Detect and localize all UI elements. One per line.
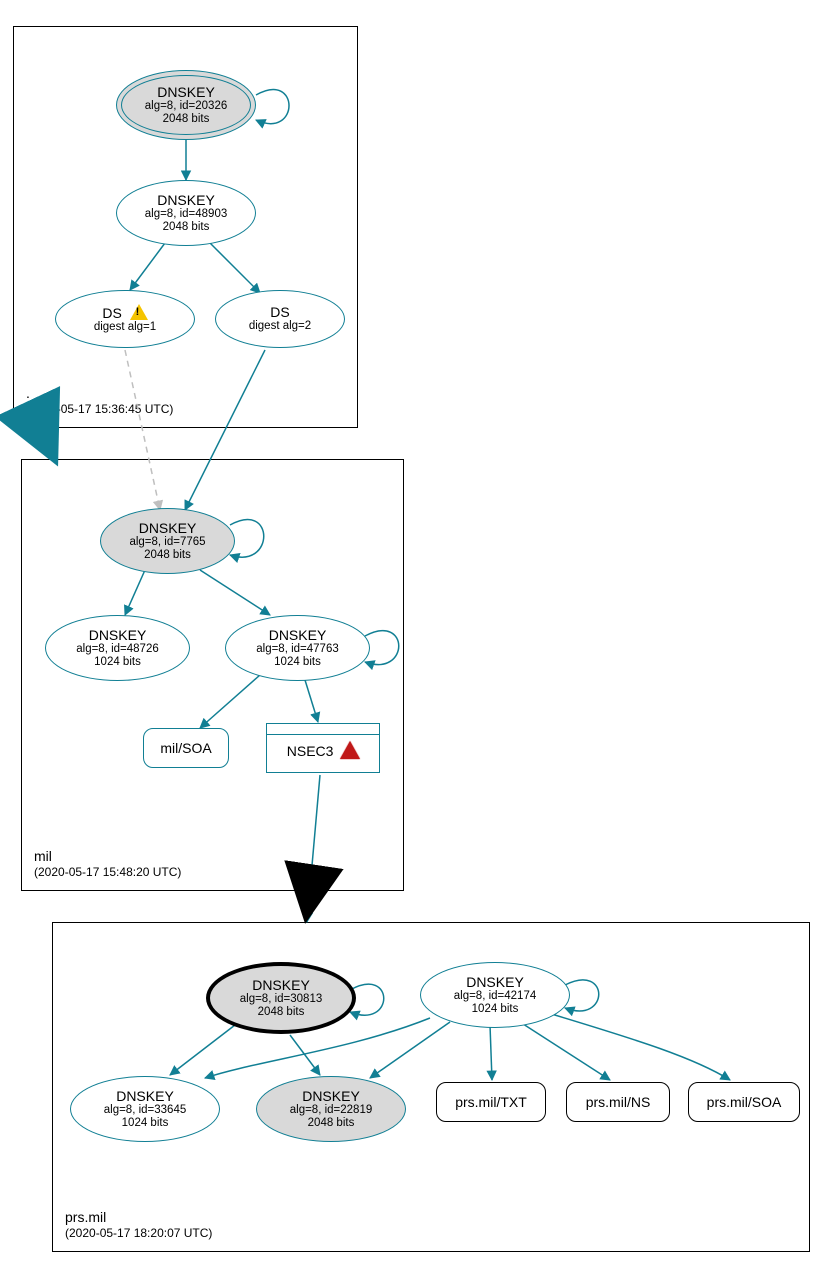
rrset-prs-ns: prs.mil/NS (566, 1082, 670, 1122)
rrset-prs-soa: prs.mil/SOA (688, 1082, 800, 1122)
dnskey-mil-48726: DNSKEY alg=8, id=48726 1024 bits (45, 615, 190, 681)
ds-alg2: DS digest alg=2 (215, 290, 345, 348)
dnskey-prs-33645: DNSKEY alg=8, id=33645 1024 bits (70, 1076, 220, 1142)
ds-alg1: DS digest alg=1 (55, 290, 195, 348)
dnskey-mil-ksk: DNSKEY alg=8, id=7765 2048 bits (100, 508, 235, 574)
dnskey-prs-22819: DNSKEY alg=8, id=22819 2048 bits (256, 1076, 406, 1142)
zone-root-timestamp: (2020-05-17 15:36:45 UTC) (26, 402, 173, 417)
zone-prs-name: prs.mil (65, 1209, 212, 1227)
dnskey-mil-47763: DNSKEY alg=8, id=47763 1024 bits (225, 615, 370, 681)
dnskey-prs-ksk: DNSKEY alg=8, id=30813 2048 bits (206, 962, 356, 1034)
dnskey-root-ksk: DNSKEY alg=8, id=20326 2048 bits (116, 70, 256, 140)
zone-mil-timestamp: (2020-05-17 15:48:20 UTC) (34, 865, 181, 880)
warning-icon (130, 304, 148, 320)
dnskey-prs-42174: DNSKEY alg=8, id=42174 1024 bits (420, 962, 570, 1028)
error-icon (341, 742, 359, 758)
dnskey-root-zsk: DNSKEY alg=8, id=48903 2048 bits (116, 180, 256, 246)
nsec3-record: NSEC3 (266, 723, 380, 773)
zone-mil-name: mil (34, 848, 181, 866)
rrset-mil-soa: mil/SOA (143, 728, 229, 768)
rrset-prs-txt: prs.mil/TXT (436, 1082, 546, 1122)
zone-root-name: . (26, 385, 173, 403)
zone-prs-timestamp: (2020-05-17 18:20:07 UTC) (65, 1226, 212, 1241)
